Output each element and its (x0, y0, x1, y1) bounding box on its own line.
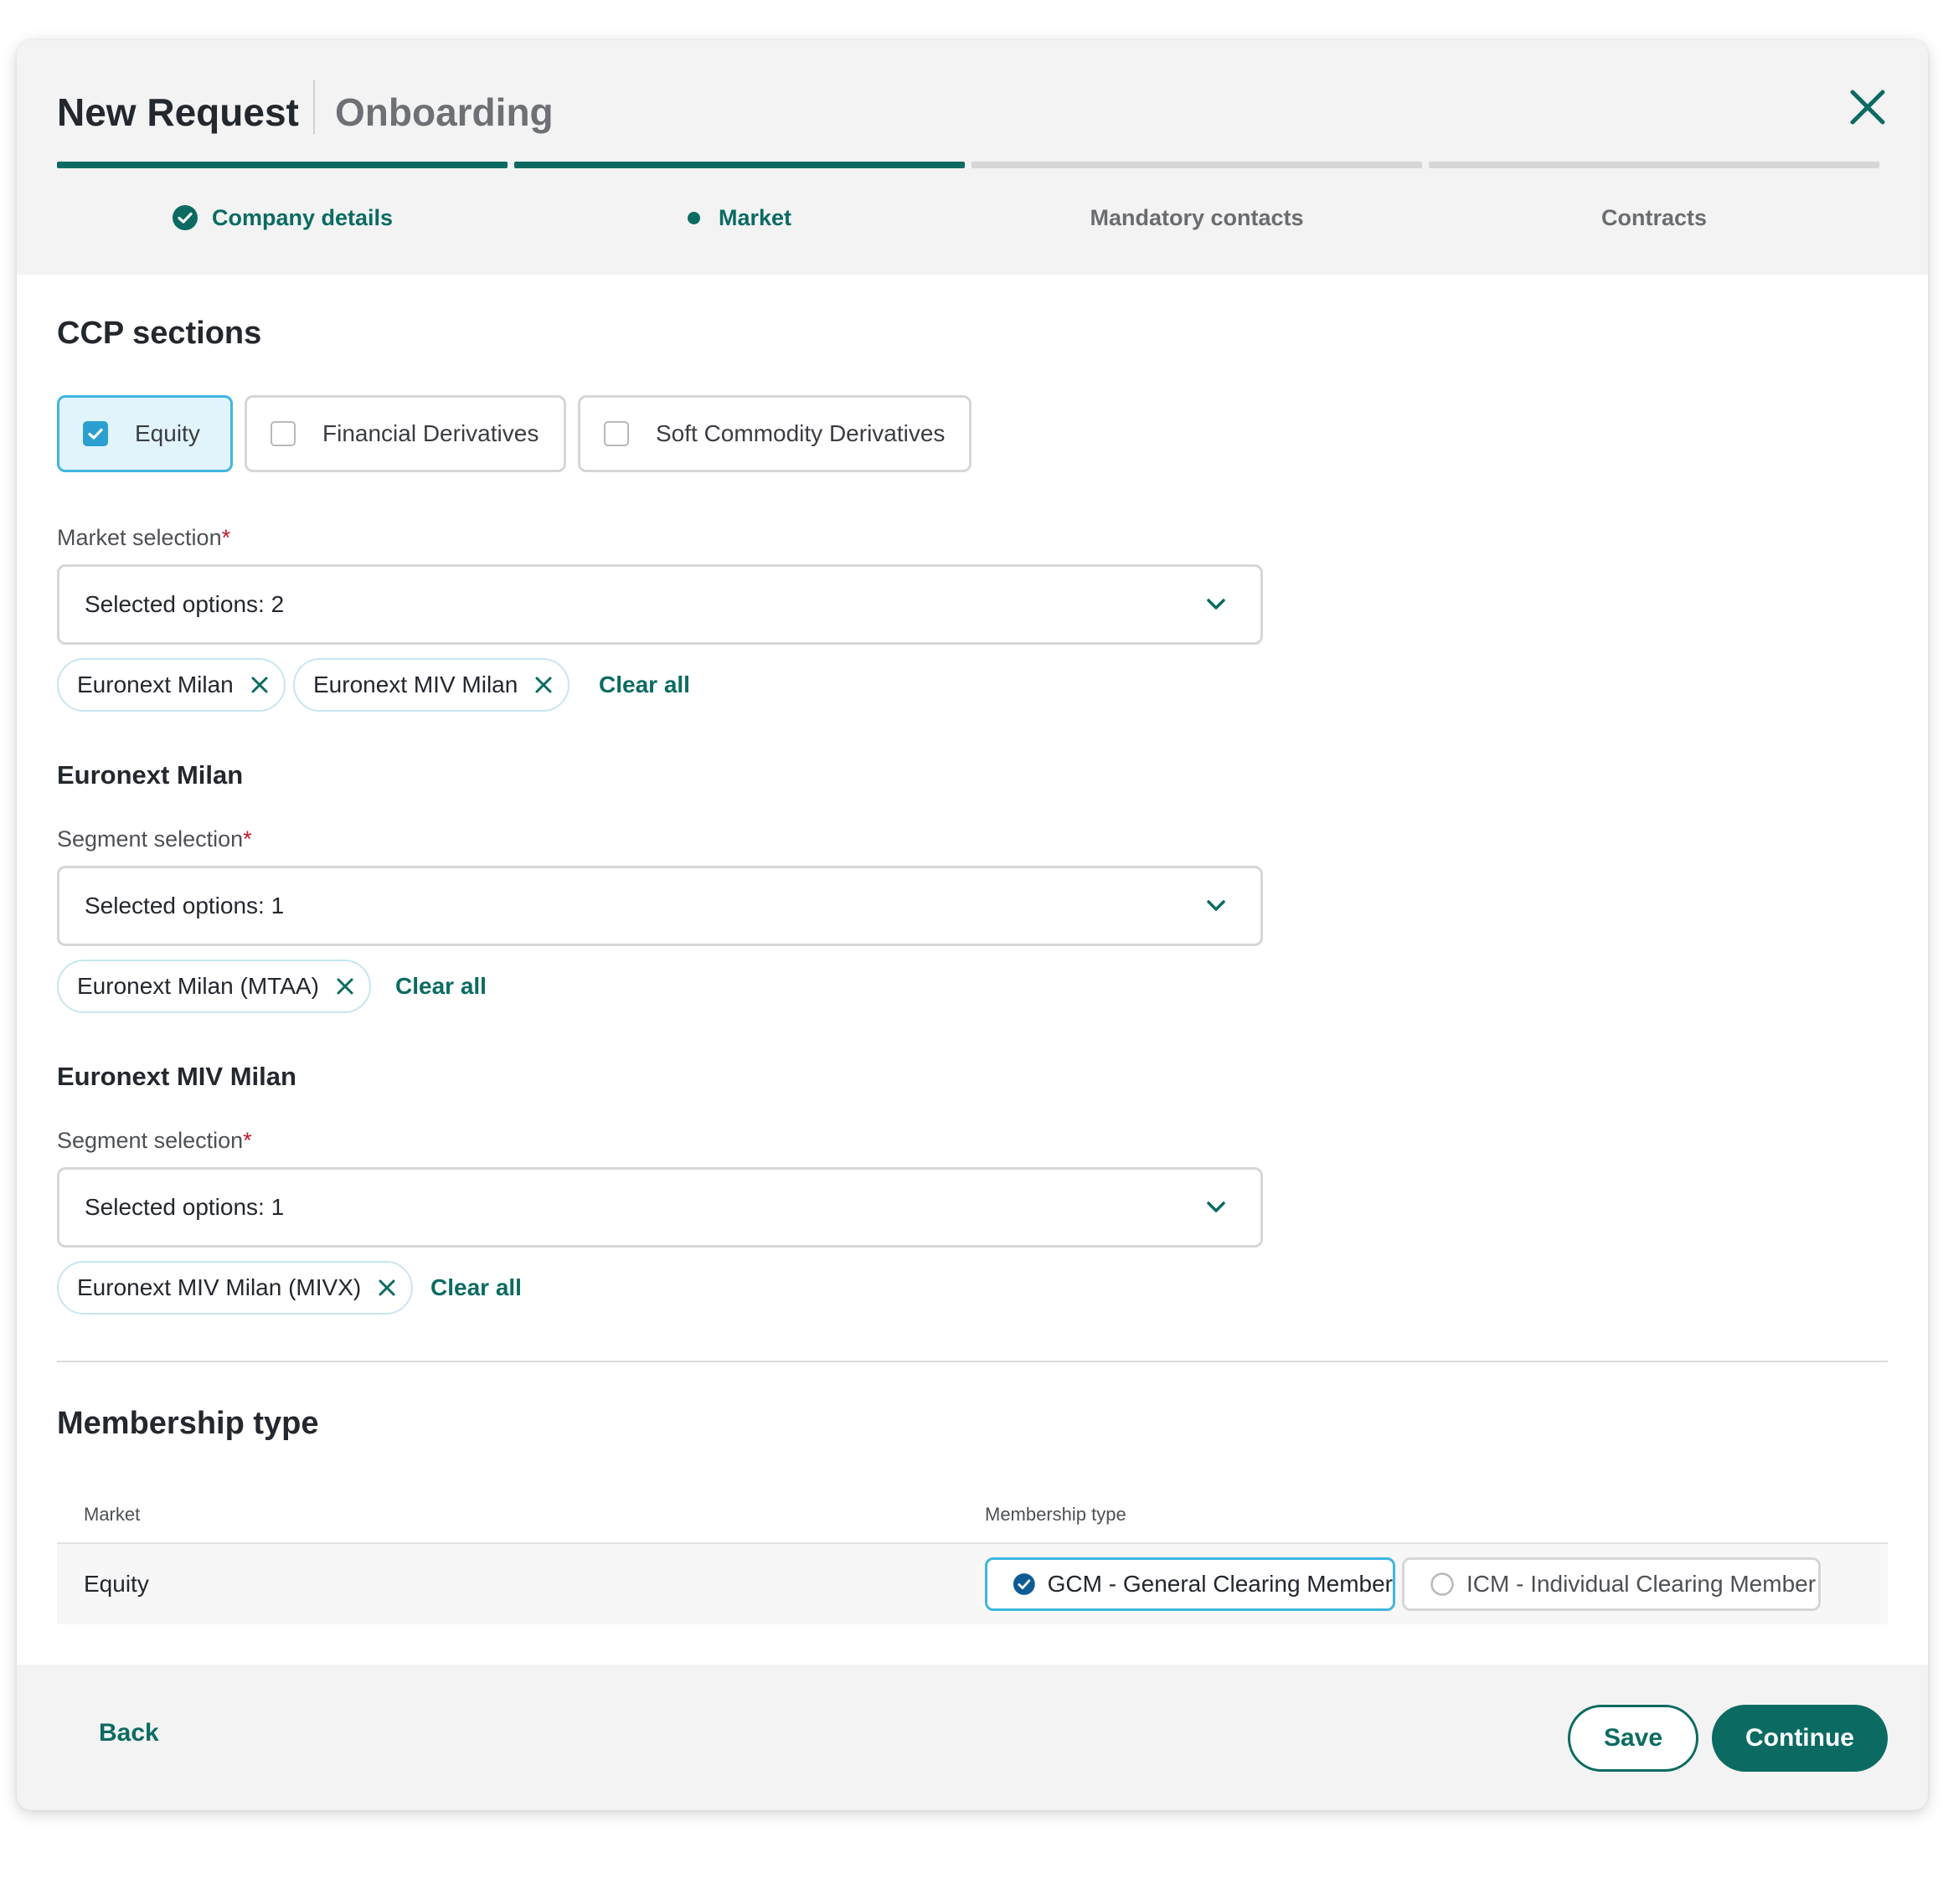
ccp-option-label: Financial Derivatives (322, 420, 539, 446)
clear-all-miv-segments-button[interactable]: Clear all (430, 1273, 522, 1303)
step-progress-contracts (1429, 162, 1879, 168)
save-button[interactable]: Save (1568, 1705, 1698, 1772)
step-progress-mandatory-contacts (972, 162, 1422, 168)
title-divider (313, 80, 315, 134)
required-mark: * (221, 525, 231, 550)
step-mandatory-contacts[interactable]: Mandatory contacts (972, 201, 1422, 234)
dropdown-value: Selected options: 1 (85, 1194, 285, 1220)
ccp-option-financial-derivatives[interactable]: Financial Derivatives (245, 395, 566, 472)
step-label: Market (718, 204, 792, 230)
column-header-market: Market (84, 1504, 141, 1525)
required-mark: * (243, 826, 252, 852)
checkbox-checked-icon (83, 421, 108, 446)
remove-icon[interactable] (334, 975, 356, 997)
step-company-details[interactable]: Company details (57, 201, 508, 234)
radio-unchecked-icon (1430, 1572, 1454, 1596)
segment-selection-dropdown-miv-milan[interactable]: Selected options: 1 (57, 1167, 1263, 1248)
clear-all-markets-button[interactable]: Clear all (599, 670, 690, 700)
required-mark: * (243, 1128, 252, 1153)
market-selection-label: Market selection* (57, 525, 231, 550)
checkbox-icon (271, 421, 296, 446)
chip-euronext-miv-milan-mivx: Euronext MIV Milan (MIVX) (57, 1261, 414, 1315)
membership-type-title: Membership type (57, 1406, 319, 1441)
close-icon (1850, 90, 1885, 125)
close-button[interactable] (1842, 82, 1893, 132)
remove-icon[interactable] (533, 674, 554, 696)
step-label: Mandatory contacts (1090, 204, 1304, 230)
remove-icon[interactable] (249, 674, 271, 696)
chip-label: Euronext Milan (MTAA) (77, 973, 319, 999)
euronext-milan-title: Euronext Milan (57, 760, 244, 790)
ccp-option-label: Equity (135, 420, 200, 446)
ccp-option-soft-commodity-derivatives[interactable]: Soft Commodity Derivatives (578, 395, 972, 472)
radio-label: ICM - Individual Clearing Member (1466, 1571, 1817, 1597)
step-label: Contracts (1600, 204, 1708, 230)
modal-footer: Back Save Continue (17, 1665, 1928, 1810)
chip-euronext-miv-milan: Euronext MIV Milan (293, 658, 570, 712)
chip-label: Euronext MIV Milan (MIVX) (77, 1274, 362, 1300)
chip-label: Euronext MIV Milan (313, 672, 518, 697)
segment-selection-label: Segment selection* (57, 826, 252, 852)
remove-icon[interactable] (376, 1277, 398, 1299)
segment-selection-dropdown-milan[interactable]: Selected options: 1 (57, 866, 1263, 946)
dropdown-value: Selected options: 1 (85, 893, 285, 919)
modal-header: New Request Onboarding Company details M… (17, 40, 1928, 275)
check-circle-icon (172, 205, 198, 230)
continue-button[interactable]: Continue (1712, 1705, 1888, 1772)
chevron-down-icon (1207, 1202, 1225, 1212)
checkbox-icon (604, 421, 629, 446)
euronext-miv-milan-title: Euronext MIV Milan (57, 1062, 296, 1091)
column-header-membership-type: Membership type (985, 1504, 1126, 1525)
table-row: Equity GCM - General Clearing Member ICM… (57, 1544, 1888, 1624)
ccp-option-equity[interactable]: Equity (57, 395, 233, 472)
segment-selection-label: Segment selection* (57, 1128, 252, 1153)
chip-euronext-milan-mtaa: Euronext Milan (MTAA) (57, 960, 371, 1013)
new-request-modal: New Request Onboarding Company details M… (17, 40, 1928, 1810)
chip-euronext-milan: Euronext Milan (57, 658, 286, 712)
step-contracts[interactable]: Contracts (1429, 201, 1879, 234)
membership-option-icm[interactable]: ICM - Individual Clearing Member (1402, 1557, 1821, 1611)
page-title: New Request (57, 90, 299, 134)
chevron-down-icon (1207, 599, 1225, 610)
radio-label: GCM - General Clearing Member (1047, 1571, 1393, 1597)
ccp-sections-title: CCP sections (57, 316, 262, 351)
step-progress-company-details (57, 162, 508, 168)
step-progress-market (514, 162, 965, 168)
market-cell: Equity (84, 1571, 149, 1597)
dropdown-value: Selected options: 2 (85, 591, 285, 617)
step-market[interactable]: Market (514, 201, 965, 234)
chevron-down-icon (1207, 900, 1225, 911)
ccp-option-label: Soft Commodity Derivatives (656, 420, 946, 446)
page-subtitle: Onboarding (335, 90, 554, 134)
section-divider (57, 1361, 1888, 1362)
back-button[interactable]: Back (99, 1716, 159, 1750)
market-selection-dropdown[interactable]: Selected options: 2 (57, 564, 1263, 645)
dot-icon (687, 211, 700, 224)
membership-option-gcm[interactable]: GCM - General Clearing Member (985, 1557, 1395, 1611)
step-label: Company details (211, 204, 394, 230)
chip-label: Euronext Milan (77, 672, 234, 697)
clear-all-milan-segments-button[interactable]: Clear all (395, 971, 487, 1001)
radio-checked-icon (1013, 1573, 1035, 1595)
